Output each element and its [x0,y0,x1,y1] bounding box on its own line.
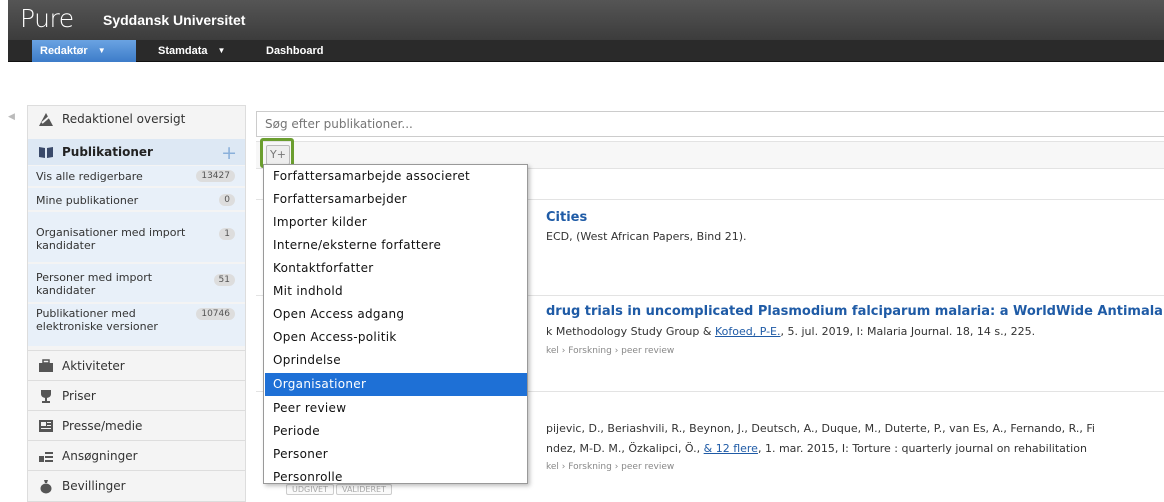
institution-name: Syddansk Universitet [103,12,246,28]
dropdown-option[interactable]: Open Access-politik [265,326,527,349]
nav-redaktor-label: Redaktør [40,45,88,57]
dropdown-option[interactable]: Personer [265,443,527,466]
sidebar-item-grants[interactable]: Bevillinger [28,470,245,500]
dropdown-option[interactable]: Open Access adgang [265,303,527,326]
sidebar-item-label: Aktiviteter [62,358,125,373]
nav-redaktor[interactable]: Redaktør ▼ [32,40,136,62]
sidebar-item-label: Presse/medie [62,418,143,433]
money-bag-icon [40,479,52,493]
result-meta: k Methodology Study Group & Kofoed, P-E.… [546,325,1035,338]
sidebar-subitem[interactable]: Publikationer med elektroniske versioner… [28,304,245,346]
add-publication-icon[interactable]: + [221,142,237,164]
dropdown-option[interactable]: Importer kilder [265,211,527,234]
status-badge: UDGIVET [286,484,334,495]
sidebar-item-applications[interactable]: Ansøgninger [28,440,245,470]
sidebar-subitem-label: Personer med import kandidater [36,271,153,297]
sidebar-subitem[interactable]: Personer med import kandidater 51 [28,264,245,302]
result-title[interactable]: Cities [546,210,587,225]
count-badge: 10746 [196,308,235,320]
result-meta-text: , 1. mar. 2015, I: Torture : quarterly j… [757,442,1087,455]
result-title[interactable]: drug trials in uncomplicated Plasmodium … [546,304,1164,319]
nav-stamdata-label: Stamdata [158,45,208,57]
sidebar-subitem-label: Mine publikationer [36,194,139,207]
pure-app: Pure Syddansk Universitet Redaktør ▼ Sta… [0,0,1164,502]
dropdown-option[interactable]: Peer review [265,397,527,420]
sidebar-subitem[interactable]: Mine publikationer 0 [28,188,245,210]
dropdown-option[interactable]: Forfattersamarbejder [265,188,527,211]
applications-icon [39,451,53,462]
sidebar: Redaktionel oversigt Publikationer + Vis… [27,105,246,502]
count-badge: 51 [213,274,235,286]
dropdown-option[interactable]: Personrolle [265,466,527,483]
chevron-down-icon[interactable]: ▼ [218,40,226,62]
result-category: kel › Forskning › peer review [546,346,675,356]
chevron-down-icon[interactable]: ▼ [98,40,106,62]
dropdown-option[interactable]: Kontaktforfatter [265,257,527,280]
filter-dropdown[interactable]: Forfattersamarbejde associeret Forfatter… [263,164,528,484]
sidebar-item-activities[interactable]: Aktiviteter [28,350,245,380]
search-input[interactable] [256,111,1164,137]
result-meta-text: k Methodology Study Group & [546,325,715,338]
pure-logo[interactable]: Pure [20,4,74,33]
book-icon [39,147,53,158]
result-category: kel › Forskning › peer review [546,462,675,472]
result-meta: pijevic, D., Beriashvili, R., Beynon, J.… [546,422,1095,435]
dropdown-option-selected[interactable]: Organisationer [265,373,527,396]
count-badge: 1 [219,228,235,240]
result-meta-text: ndez, M-D. M., Özkalipci, Ö., [546,442,704,455]
newspaper-icon [39,419,53,432]
sidebar-item-label: Publikationer [62,145,153,159]
dropdown-option[interactable]: Periode [265,420,527,443]
dropdown-option[interactable]: Mit indhold [265,280,527,303]
sidebar-subitem[interactable]: Organisationer med import kandidater 1 [28,212,245,262]
sidebar-item-overview[interactable]: Redaktionel oversigt [28,106,245,132]
more-authors-link[interactable]: & 12 flere [704,442,758,455]
sidebar-item-label: Priser [62,388,96,403]
collapse-sidebar-icon[interactable]: ◀ [8,112,15,122]
sidebar-subitem-label: Organisationer med import kandidater [36,226,186,252]
sidebar-item-label: Bevillinger [62,478,126,493]
result-meta: ndez, M-D. M., Özkalipci, Ö., & 12 flere… [546,442,1087,455]
result-meta: ECD, (West African Papers, Bind 21). [546,230,747,243]
filter-add-icon[interactable]: Y+ [266,145,290,165]
count-badge: 13427 [196,170,235,182]
dropdown-option[interactable]: Interne/eksterne forfattere [265,234,527,257]
sidebar-item-press[interactable]: Presse/medie [28,410,245,440]
sidebar-item-label: Redaktionel oversigt [62,112,186,126]
nav-dashboard-label: Dashboard [266,45,324,57]
sidebar-subitem-label: Publikationer med elektroniske versioner [36,307,158,333]
nav-dashboard[interactable]: Dashboard [258,40,338,62]
sidebar-item-publications[interactable]: Publikationer + [28,139,245,165]
dropdown-option[interactable]: Oprindelse [265,349,527,372]
status-badge: VALIDERET [336,484,392,495]
nav-stamdata[interactable]: Stamdata ▼ [150,40,244,62]
top-bar: Pure Syddansk Universitet [8,0,1164,40]
dropdown-option[interactable]: Forfattersamarbejde associeret [265,165,527,188]
main-nav: Redaktør ▼ Stamdata ▼ Dashboard [8,40,1164,62]
trophy-icon [41,389,51,403]
sidebar-subitem[interactable]: Vis alle redigerbare 13427 [28,166,245,186]
briefcase-icon [39,358,53,372]
author-link[interactable]: Kofoed, P-E. [715,325,781,338]
sidebar-subitem-label: Vis alle redigerbare [36,170,143,183]
result-meta-text: , 5. jul. 2019, I: Malaria Journal. 18, … [780,325,1036,338]
sidebar-item-prizes[interactable]: Priser [28,380,245,410]
count-badge: 0 [219,194,235,206]
editorial-overview-icon [39,113,53,126]
sidebar-item-label: Ansøgninger [62,448,138,463]
